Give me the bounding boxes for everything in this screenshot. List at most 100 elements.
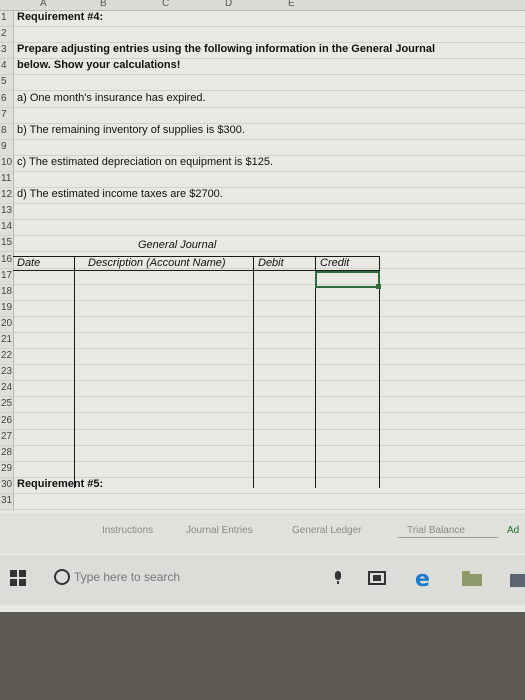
sheet-row[interactable]: 26 (0, 414, 525, 430)
taskbar-search-input[interactable]: Type here to search (74, 570, 180, 584)
journal-debit-divider (253, 256, 254, 488)
col-b-header[interactable]: B (100, 0, 107, 9)
cell-text: b) The remaining inventory of supplies i… (17, 123, 245, 136)
journal-date-divider (74, 256, 75, 488)
row-number[interactable]: 8 (1, 125, 7, 136)
journal-credit-divider (315, 256, 316, 488)
sheet-row[interactable]: 12 d) The estimated income taxes are $270… (0, 188, 525, 205)
row-number[interactable]: 3 (1, 44, 7, 55)
col-a-header[interactable]: A (40, 0, 47, 9)
row-number[interactable]: 27 (1, 431, 12, 442)
cell-text: a) One month's insurance has expired. (17, 91, 206, 104)
row-number[interactable]: 2 (1, 28, 7, 39)
sheet-row[interactable]: 23 (0, 365, 525, 382)
row-number[interactable]: 22 (1, 350, 12, 361)
sheet-row[interactable]: 3 Prepare adjusting entries using the fol… (0, 43, 525, 60)
sheet-row[interactable]: 2 (0, 27, 525, 44)
row-number[interactable]: 19 (1, 302, 12, 313)
sheet-row[interactable]: 30 Requirement #5: (0, 478, 525, 494)
row-number[interactable]: 25 (1, 398, 12, 409)
journal-debit-header: Debit (258, 257, 284, 269)
row-number[interactable]: 18 (1, 286, 12, 297)
row-number[interactable]: 12 (1, 189, 12, 200)
sheet-row[interactable]: 22 (0, 349, 525, 366)
journal-description-header: Description (Account Name) (88, 257, 226, 269)
svg-text:e: e (415, 567, 430, 589)
row-number[interactable]: 17 (1, 270, 12, 281)
row-number[interactable]: 16 (1, 254, 12, 265)
edge-browser-icon[interactable]: e (413, 567, 435, 589)
sheet-row[interactable]: 1 Requirement #4: (0, 11, 525, 27)
tab-trial-balance[interactable]: Trial Balance (407, 525, 465, 536)
sheet-row[interactable]: 9 (0, 140, 525, 156)
file-explorer-icon[interactable] (462, 571, 482, 586)
sheet-row[interactable]: 28 (0, 446, 525, 462)
sheet-row[interactable]: 21 (0, 333, 525, 349)
sheet-row[interactable]: 25 (0, 397, 525, 414)
row-number[interactable]: 15 (1, 237, 12, 248)
fill-handle[interactable] (376, 284, 381, 289)
sheet-row[interactable]: 20 (0, 317, 525, 333)
row-number[interactable]: 29 (1, 463, 12, 474)
active-tab-underline (398, 537, 498, 538)
tab-general-ledger[interactable]: General Ledger (292, 525, 362, 536)
row-number[interactable]: 1 (1, 12, 7, 23)
row-number[interactable]: 26 (1, 415, 12, 426)
row-number[interactable]: 30 (1, 479, 12, 490)
tab-instructions[interactable]: Instructions (102, 525, 153, 536)
sheet-row[interactable]: 6 a) One month's insurance has expired. (0, 92, 525, 108)
column-headers: A B C D E (0, 0, 525, 11)
monitor-bezel (0, 612, 525, 700)
sheet-row[interactable]: 14 (0, 220, 525, 237)
sheet-row[interactable]: 19 (0, 301, 525, 317)
row-number[interactable]: 7 (1, 109, 7, 120)
col-c-header[interactable]: C (162, 0, 169, 9)
row-number[interactable]: 6 (1, 93, 7, 104)
sheet-row[interactable]: 27 (0, 430, 525, 446)
row-number[interactable]: 10 (1, 157, 12, 168)
sheet-row[interactable]: 15 (0, 236, 525, 253)
active-cell-selection[interactable] (315, 271, 381, 289)
cell-text: Requirement #4: (17, 11, 104, 23)
sheet-tab-bar: Instructions Journal Entries General Led… (0, 513, 525, 553)
sheet-row[interactable]: 4 below. Show your calculations! (0, 59, 525, 76)
row-number[interactable]: 21 (1, 334, 12, 345)
windows-taskbar: Type here to search e (0, 555, 525, 605)
col-d-header[interactable]: D (225, 0, 232, 9)
sheet-row[interactable]: 7 (0, 108, 525, 124)
row-number[interactable]: 20 (1, 318, 12, 329)
tab-ad[interactable]: Ad (507, 525, 519, 536)
store-icon[interactable] (510, 571, 525, 587)
journal-title: General Journal (138, 239, 217, 251)
cell-text: c) The estimated depreciation on equipme… (17, 155, 274, 168)
row-number[interactable]: 31 (1, 495, 12, 506)
cell-text: Requirement #5: (17, 477, 104, 490)
sheet-row[interactable]: 24 (0, 381, 525, 398)
row-number[interactable]: 4 (1, 60, 7, 71)
journal-right-border (379, 256, 380, 488)
sheet-row[interactable]: 11 (0, 172, 525, 188)
row-number[interactable]: 9 (1, 141, 7, 152)
row-number[interactable]: 5 (1, 76, 7, 87)
sheet-row[interactable]: 8 b) The remaining inventory of supplies … (0, 124, 525, 140)
sheet-row[interactable]: 5 (0, 75, 525, 92)
excel-window: A B C D E 1 Requirement #4: 2 3 Prepare adju… (0, 0, 525, 612)
tab-journal-entries[interactable]: Journal Entries (186, 525, 253, 536)
journal-credit-header: Credit (320, 257, 350, 269)
row-number[interactable]: 23 (1, 366, 12, 377)
row-number[interactable]: 11 (1, 173, 11, 184)
sheet-row[interactable]: 18 (0, 285, 525, 301)
col-e-header[interactable]: E (288, 0, 295, 9)
cortana-icon[interactable] (54, 569, 70, 585)
task-view-icon[interactable] (368, 571, 386, 585)
sheet-row[interactable]: 10 c) The estimated depreciation on equip… (0, 156, 525, 172)
microphone-icon[interactable] (333, 571, 343, 585)
sheet-row[interactable]: 31 (0, 494, 525, 510)
windows-start-icon[interactable] (10, 570, 26, 586)
row-number[interactable]: 13 (1, 205, 12, 216)
sheet-row[interactable]: 29 (0, 462, 525, 478)
row-number[interactable]: 14 (1, 221, 12, 232)
sheet-row[interactable]: 13 (0, 204, 525, 221)
row-number[interactable]: 28 (1, 447, 12, 458)
row-number[interactable]: 24 (1, 382, 12, 393)
